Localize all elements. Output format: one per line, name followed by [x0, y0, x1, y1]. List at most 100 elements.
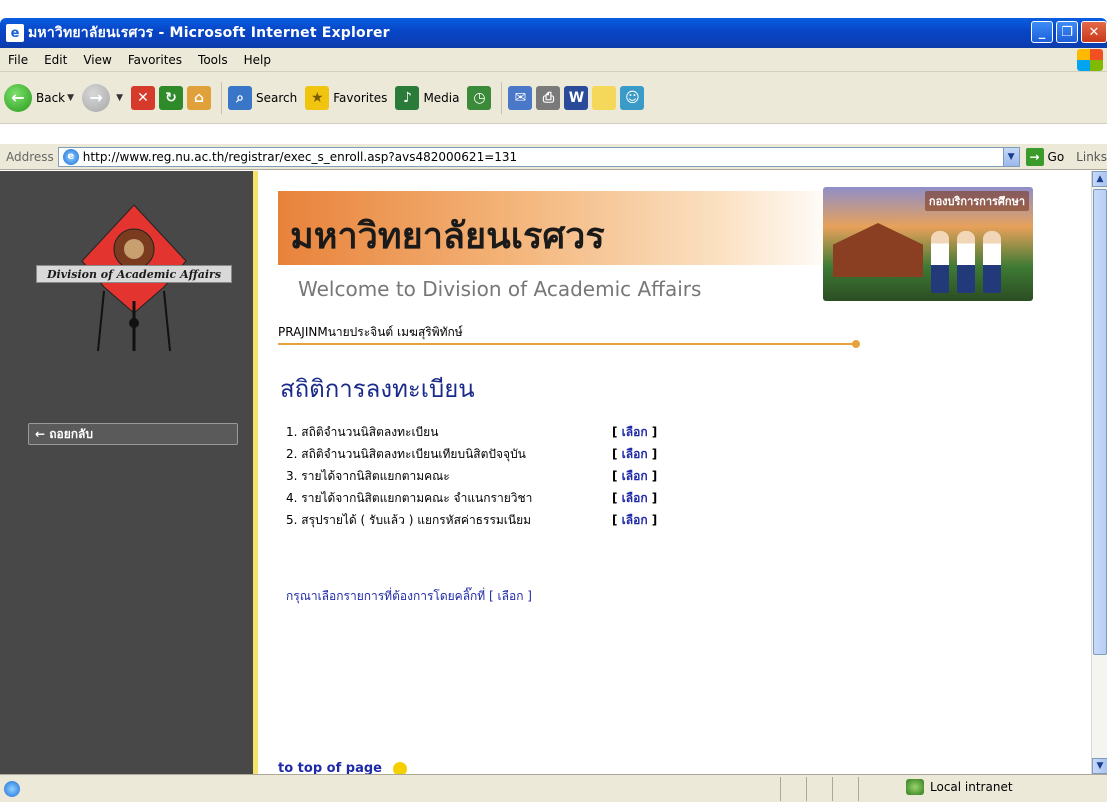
close-button[interactable]: ✕: [1081, 21, 1107, 43]
up-arrow-icon: [392, 761, 407, 774]
stop-icon[interactable]: ✕: [130, 85, 155, 110]
menu-help[interactable]: Help: [236, 53, 279, 67]
select-link: [ เลือก ]: [612, 446, 658, 461]
menu-bar: File Edit View Favorites Tools Help: [0, 48, 1107, 72]
back-button[interactable]: ← Back ▼: [4, 83, 74, 112]
home-icon[interactable]: ⌂: [186, 85, 211, 110]
title-bar: e มหาวิทยาลัยนเรศวร - Microsoft Internet…: [0, 18, 1107, 48]
select-link-text[interactable]: เลือก: [622, 447, 648, 461]
back-nav-button[interactable]: ← ถอยกลับ: [28, 423, 238, 445]
security-zone: Local intranet: [906, 779, 1013, 795]
stat-label: 4. รายได้จากนิสิตแยกตามคณะ จำแนกรายวิชา: [286, 490, 533, 505]
media-icon: ♪: [395, 85, 420, 110]
instruction-text: กรุณาเลือกรายการที่ต้องการโดยคลิ๊กที่ [ …: [286, 589, 532, 603]
stat-label: 1. สถิติจำนวนนิสิตลงทะเบียน: [286, 424, 439, 439]
building-image: [833, 223, 923, 277]
stat-label: 2. สถิติจำนวนนิสิตลงทะเบียนเทียบนิสิตปัจ…: [286, 446, 526, 461]
search-button[interactable]: ⌕ Search: [227, 85, 297, 110]
select-link: [ เลือก ]: [612, 490, 658, 505]
chevron-down-icon[interactable]: ▼: [1002, 147, 1019, 166]
page-icon: e: [62, 148, 79, 165]
window-title: มหาวิทยาลัยนเรศวร - Microsoft Internet E…: [28, 25, 390, 41]
chevron-down-icon[interactable]: ▼: [67, 93, 74, 103]
banner-photo: กองบริการการศึกษา: [823, 187, 1033, 301]
page-content: Division of Academic Affairs ← ถอยกลับ ม…: [0, 171, 1091, 774]
toolbar-separator: [501, 81, 503, 114]
scroll-thumb[interactable]: [1093, 189, 1107, 655]
toolbar: ← Back ▼ → ▼ ✕ ↻ ⌂ ⌕ Search ★ Favorites …: [0, 72, 1107, 124]
to-top-label[interactable]: to top of page: [278, 761, 382, 774]
scroll-down-icon[interactable]: ▼: [1092, 758, 1107, 774]
student-figure: [983, 231, 1001, 293]
select-link: [ เลือก ]: [612, 512, 658, 527]
scroll-up-icon[interactable]: ▲: [1092, 171, 1107, 187]
address-label: Address: [6, 149, 54, 164]
student-figure: [931, 231, 949, 293]
search-icon: ⌕: [227, 85, 252, 110]
select-link-text[interactable]: เลือก: [622, 469, 648, 483]
list-item: 4. รายได้จากนิสิตแยกตามคณะ จำแนกรายวิชา …: [286, 487, 657, 509]
chevron-down-icon[interactable]: ▼: [116, 93, 123, 103]
select-link-text[interactable]: เลือก: [622, 513, 648, 527]
menu-file[interactable]: File: [0, 53, 36, 67]
page-status-icon: [4, 780, 20, 797]
status-bar: Local intranet: [0, 774, 1107, 802]
note-icon[interactable]: [592, 85, 617, 110]
media-label: Media: [423, 90, 460, 105]
menu-tools[interactable]: Tools: [190, 53, 236, 67]
go-arrow-icon: →: [1025, 147, 1044, 166]
address-field[interactable]: e http://www.reg.nu.ac.th/registrar/exec…: [57, 146, 1020, 167]
go-button[interactable]: → Go: [1025, 147, 1065, 166]
vertical-scrollbar[interactable]: ▲ ▼: [1091, 171, 1107, 774]
to-top-link[interactable]: to top of page: [278, 761, 407, 774]
address-bar: Address e http://www.reg.nu.ac.th/regist…: [0, 144, 1107, 170]
address-url[interactable]: http://www.reg.nu.ac.th/registrar/exec_s…: [83, 150, 1003, 164]
menu-view[interactable]: View: [75, 53, 119, 67]
menu-favorites[interactable]: Favorites: [120, 53, 190, 67]
status-pane: [832, 777, 858, 801]
back-label: Back: [36, 90, 66, 105]
page-heading: สถิติการลงทะเบียน: [280, 375, 475, 403]
select-link-text[interactable]: เลือก: [622, 425, 648, 439]
statistics-list: 1. สถิติจำนวนนิสิตลงทะเบียน [ เลือก ] 2.…: [286, 421, 657, 531]
media-button[interactable]: ♪ Media: [395, 85, 460, 110]
student-figure: [957, 231, 975, 293]
status-pane: [858, 777, 884, 801]
list-item: 3. รายได้จากนิสิตแยกตามคณะ [ เลือก ]: [286, 465, 657, 487]
photo-caption: กองบริการการศึกษา: [924, 191, 1029, 211]
window-controls: _ ❐ ✕: [1031, 21, 1107, 43]
list-item: 1. สถิติจำนวนนิสิตลงทะเบียน [ เลือก ]: [286, 421, 657, 443]
word-icon[interactable]: W: [564, 85, 589, 110]
logo-label: Division of Academic Affairs: [36, 265, 232, 283]
select-link-text[interactable]: เลือก: [622, 491, 648, 505]
select-link: [ เลือก ]: [612, 468, 658, 483]
history-icon[interactable]: ◷: [467, 85, 492, 110]
minimize-button[interactable]: _: [1031, 21, 1053, 43]
status-pane: [806, 777, 832, 801]
maximize-button[interactable]: ❐: [1056, 21, 1078, 43]
stat-label: 5. สรุปรายได้ ( รับแล้ว ) แยกรหัสค่าธรรม…: [286, 512, 532, 527]
favorites-label: Favorites: [333, 90, 388, 105]
mail-icon[interactable]: ✉: [508, 85, 533, 110]
list-item: 5. สรุปรายได้ ( รับแล้ว ) แยกรหัสค่าธรรม…: [286, 509, 657, 531]
menu-edit[interactable]: Edit: [36, 53, 75, 67]
star-icon: ★: [305, 85, 330, 110]
refresh-icon[interactable]: ↻: [158, 85, 183, 110]
toolbar-separator: [220, 81, 222, 114]
forward-button[interactable]: → ▼: [82, 83, 123, 112]
go-label: Go: [1047, 149, 1065, 164]
status-panes: [780, 777, 884, 801]
rule-dot: [852, 340, 860, 348]
stat-label: 3. รายได้จากนิสิตแยกตามคณะ: [286, 468, 450, 483]
left-sidebar: Division of Academic Affairs ← ถอยกลับ: [0, 171, 253, 774]
university-logo: Division of Academic Affairs: [36, 201, 232, 361]
print-icon[interactable]: ⎙: [536, 85, 561, 110]
back-arrow-icon: ←: [4, 83, 32, 112]
messenger-icon[interactable]: ☺: [620, 85, 645, 110]
list-item: 2. สถิติจำนวนนิสิตลงทะเบียนเทียบนิสิตปัจ…: [286, 443, 657, 465]
banner-subtitle: Welcome to Division of Academic Affairs: [298, 277, 702, 301]
links-label[interactable]: Links: [1076, 150, 1107, 164]
windows-logo-icon: [1077, 49, 1103, 71]
user-name: PRAJINMนายประจินต์ เมฆสุริพิทักษ์: [278, 325, 463, 339]
favorites-button[interactable]: ★ Favorites: [305, 85, 388, 110]
